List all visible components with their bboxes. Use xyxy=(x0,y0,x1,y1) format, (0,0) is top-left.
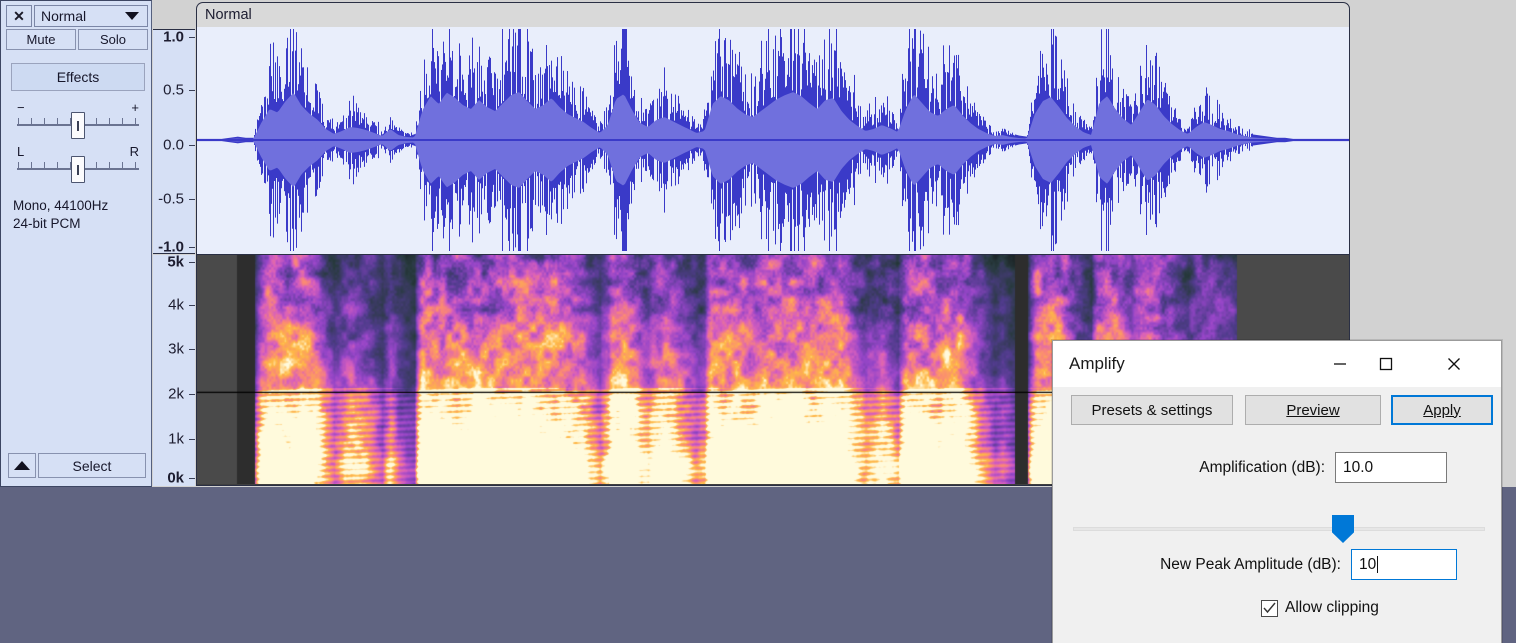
pan-slider[interactable]: L R xyxy=(15,145,141,183)
ruler-tick-label: 0.0 xyxy=(163,136,184,154)
new-peak-amplitude-value: 10 xyxy=(1359,555,1377,573)
collapse-track-button[interactable] xyxy=(8,453,36,478)
ruler-tick-label: -0.5 xyxy=(158,190,184,208)
amplification-label: Amplification (dB): xyxy=(1199,458,1325,476)
ruler-tick-label: 2k xyxy=(168,385,184,403)
track-bottom-row: Select xyxy=(8,453,146,478)
track-format-line-1: Mono, 44100Hz xyxy=(13,198,109,213)
mute-solo-row: Mute Solo xyxy=(6,29,148,50)
amplification-slider-thumb[interactable] xyxy=(1332,515,1354,543)
track-header-row: ✕ Normal xyxy=(6,5,148,27)
select-track-button[interactable]: Select xyxy=(38,453,146,478)
amplification-input[interactable]: 10.0 xyxy=(1335,452,1447,483)
track-format-info: Mono, 44100Hz 24-bit PCM xyxy=(13,197,108,233)
ruler-tick-label: 0.5 xyxy=(163,81,184,99)
ruler-tick xyxy=(189,261,195,263)
preview-label: Preview xyxy=(1286,401,1340,419)
track-format-line-2: 24-bit PCM xyxy=(13,216,81,231)
track-name-label: Normal xyxy=(41,8,87,24)
gain-max-label: + xyxy=(131,100,139,115)
solo-button[interactable]: Solo xyxy=(78,29,148,50)
text-caret xyxy=(1377,556,1379,573)
ruler-tick xyxy=(189,144,195,146)
maximize-icon[interactable] xyxy=(1363,341,1409,387)
minimize-icon[interactable] xyxy=(1317,341,1363,387)
amplification-slider[interactable] xyxy=(1073,513,1485,543)
waveform-view[interactable] xyxy=(196,27,1350,255)
amplify-dialog[interactable]: Amplify Presets & settings Preview Apply xyxy=(1052,340,1502,643)
track-control-panel: ✕ Normal Mute Solo Effects − + L R Mono,… xyxy=(0,0,152,487)
ruler-tick xyxy=(189,247,195,249)
ruler-tick-label: 1.0 xyxy=(163,28,184,46)
presets-and-settings-label: Presets & settings xyxy=(1091,401,1213,419)
apply-label: Apply xyxy=(1423,401,1461,419)
chevron-down-icon xyxy=(125,12,139,20)
preview-button[interactable]: Preview xyxy=(1245,395,1381,425)
clip-title-bar[interactable]: Normal xyxy=(196,2,1350,27)
gain-min-label: − xyxy=(17,100,25,115)
ruler-tick xyxy=(189,477,195,479)
amplification-row: Amplification (dB): 10.0 xyxy=(1173,452,1483,483)
ruler-tick xyxy=(189,438,195,440)
pan-slider-thumb[interactable] xyxy=(71,156,85,183)
ruler-tick xyxy=(189,304,195,306)
ruler-tick xyxy=(189,393,195,395)
amplification-value: 10.0 xyxy=(1343,458,1374,476)
ruler-tick xyxy=(189,348,195,350)
gain-slider[interactable]: − + xyxy=(15,101,141,139)
waveform-graphic xyxy=(197,29,1349,251)
ruler-tick xyxy=(189,36,195,38)
new-peak-amplitude-row: New Peak Amplitude (dB): 10 xyxy=(1111,549,1491,580)
ruler-tick-label: 3k xyxy=(168,340,184,358)
new-peak-amplitude-input[interactable]: 10 xyxy=(1351,549,1457,580)
amplification-slider-track xyxy=(1073,527,1485,531)
track-name-dropdown[interactable]: Normal xyxy=(34,5,148,27)
allow-clipping-row[interactable]: Allow clipping xyxy=(1261,599,1379,617)
allow-clipping-label: Allow clipping xyxy=(1285,599,1379,616)
gain-slider-thumb[interactable] xyxy=(71,112,85,139)
pan-left-label: L xyxy=(17,144,25,159)
dialog-title: Amplify xyxy=(1069,354,1125,373)
ruler-tick xyxy=(189,90,195,92)
spectrogram-vertical-ruler[interactable]: 5k 4k 3k 2k 1k 0k xyxy=(153,253,195,487)
new-peak-amplitude-label: New Peak Amplitude (dB): xyxy=(1160,555,1341,573)
ruler-tick-label: 4k xyxy=(168,296,184,314)
ruler-tick-label: 1k xyxy=(168,430,184,448)
apply-button[interactable]: Apply xyxy=(1391,395,1493,425)
dialog-button-row: Presets & settings Preview Apply xyxy=(1053,391,1503,429)
ruler-tick-label: 5k xyxy=(167,253,184,271)
ruler-tick xyxy=(189,199,195,201)
allow-clipping-checkbox[interactable] xyxy=(1261,599,1278,617)
close-icon[interactable] xyxy=(1431,341,1477,387)
close-track-button[interactable]: ✕ xyxy=(6,5,32,27)
mute-button[interactable]: Mute xyxy=(6,29,76,50)
ruler-tick-label: 0k xyxy=(167,469,184,487)
pan-right-label: R xyxy=(129,144,139,159)
effects-button[interactable]: Effects xyxy=(11,63,145,91)
triangle-up-icon xyxy=(14,461,30,470)
audacity-window: ✕ Normal Mute Solo Effects − + L R Mono,… xyxy=(0,0,1516,643)
presets-and-settings-button[interactable]: Presets & settings xyxy=(1071,395,1233,425)
waveform-vertical-ruler[interactable]: 1.0 0.5 0.0 -0.5 -1.0 xyxy=(153,28,195,256)
